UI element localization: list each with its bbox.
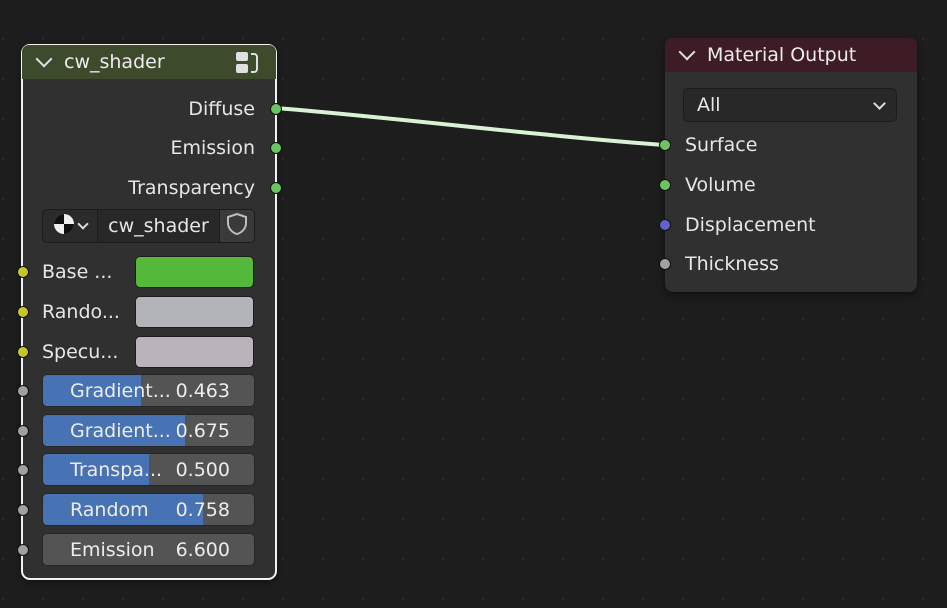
input-label-random-color: Rando... bbox=[42, 301, 120, 323]
collapse-chevron-icon[interactable] bbox=[35, 50, 53, 68]
input-socket-specular-color[interactable] bbox=[17, 346, 29, 358]
random-color-swatch[interactable] bbox=[135, 296, 254, 328]
input-socket-volume[interactable] bbox=[659, 179, 671, 191]
output-row-diffuse: Diffuse bbox=[188, 94, 255, 124]
slider-label: Random bbox=[70, 499, 149, 521]
collapse-chevron-icon[interactable] bbox=[678, 43, 696, 61]
output-label-diffuse: Diffuse bbox=[188, 98, 255, 120]
browse-node-tree-button[interactable] bbox=[43, 210, 97, 242]
input-row-volume: Volume bbox=[685, 170, 756, 200]
input-label-displacement: Displacement bbox=[685, 214, 816, 236]
input-label-thickness: Thickness bbox=[685, 253, 779, 275]
input-socket-random[interactable] bbox=[17, 504, 29, 516]
node-group-icon[interactable] bbox=[235, 51, 261, 75]
specular-color-swatch[interactable] bbox=[135, 336, 254, 368]
output-socket-transparency[interactable] bbox=[270, 182, 282, 194]
input-socket-random-color[interactable] bbox=[17, 306, 29, 318]
input-socket-displacement[interactable] bbox=[659, 219, 671, 231]
shader-group-node[interactable]: cw_shader Diffuse Emission Transparency bbox=[17, 44, 282, 580]
input-socket-gradient-2[interactable] bbox=[17, 425, 29, 437]
gradient-2-slider[interactable]: Gradient... 0.675 bbox=[42, 414, 255, 447]
base-color-swatch[interactable] bbox=[135, 256, 254, 288]
gradient-1-slider[interactable]: Gradient... 0.463 bbox=[42, 374, 255, 407]
render-target-value: All bbox=[697, 94, 721, 116]
slider-value: 0.500 bbox=[175, 459, 230, 481]
input-row-base-color: Base ... bbox=[42, 257, 112, 287]
slider-label: Gradient... bbox=[70, 380, 171, 402]
input-label-surface: Surface bbox=[685, 134, 758, 156]
shield-icon bbox=[226, 212, 248, 240]
transparency-slider[interactable]: Transpa... 0.500 bbox=[42, 453, 255, 486]
material-output-node[interactable]: Material Output All Surface Volume Displ… bbox=[659, 38, 917, 292]
input-row-random-color: Rando... bbox=[42, 297, 120, 327]
slider-value: 0.463 bbox=[175, 380, 230, 402]
input-socket-surface[interactable] bbox=[659, 139, 671, 151]
input-row-specular-color: Specu... bbox=[42, 337, 118, 367]
slider-label: Emission bbox=[70, 539, 155, 561]
slider-label: Transpa... bbox=[70, 459, 163, 481]
chevron-down-icon bbox=[873, 97, 886, 110]
material-output-header[interactable]: Material Output bbox=[665, 38, 917, 72]
slider-value: 0.758 bbox=[175, 499, 230, 521]
output-socket-diffuse[interactable] bbox=[270, 103, 282, 115]
output-label-transparency: Transparency bbox=[128, 177, 255, 199]
input-socket-transparency[interactable] bbox=[17, 464, 29, 476]
node-tree-icon bbox=[53, 213, 75, 239]
output-row-transparency: Transparency bbox=[128, 173, 255, 203]
shader-node-header[interactable]: cw_shader bbox=[22, 45, 276, 79]
input-socket-gradient-1[interactable] bbox=[17, 385, 29, 397]
material-output-title: Material Output bbox=[707, 44, 857, 66]
input-label-base-color: Base ... bbox=[42, 261, 113, 283]
chevron-down-icon bbox=[77, 218, 89, 230]
input-label-specular-color: Specu... bbox=[42, 341, 119, 363]
input-socket-base-color[interactable] bbox=[17, 266, 29, 278]
emission-strength-field[interactable]: Emission 6.600 bbox=[42, 533, 255, 566]
input-row-thickness: Thickness bbox=[685, 249, 779, 279]
input-row-surface: Surface bbox=[685, 130, 757, 160]
fake-user-button[interactable] bbox=[220, 210, 254, 242]
input-label-volume: Volume bbox=[685, 174, 756, 196]
slider-value: 6.600 bbox=[175, 539, 230, 561]
slider-value: 0.675 bbox=[175, 420, 230, 442]
output-row-emission: Emission bbox=[170, 133, 255, 163]
random-slider[interactable]: Random 0.758 bbox=[42, 493, 255, 526]
slider-label: Gradient... bbox=[70, 420, 171, 442]
output-label-emission: Emission bbox=[170, 137, 255, 159]
shader-node-title: cw_shader bbox=[64, 51, 165, 73]
node-group-name-field[interactable]: cw_shader bbox=[97, 210, 220, 242]
input-socket-emission[interactable] bbox=[17, 544, 29, 556]
input-row-displacement: Displacement bbox=[685, 210, 816, 240]
node-editor-canvas[interactable]: cw_shader Diffuse Emission Transparency bbox=[0, 0, 947, 608]
node-group-selector: cw_shader bbox=[42, 209, 255, 243]
render-target-dropdown[interactable]: All bbox=[683, 88, 897, 122]
node-link-diffuse-to-surface[interactable] bbox=[274, 106, 666, 147]
output-socket-emission[interactable] bbox=[270, 142, 282, 154]
input-socket-thickness[interactable] bbox=[659, 258, 671, 270]
